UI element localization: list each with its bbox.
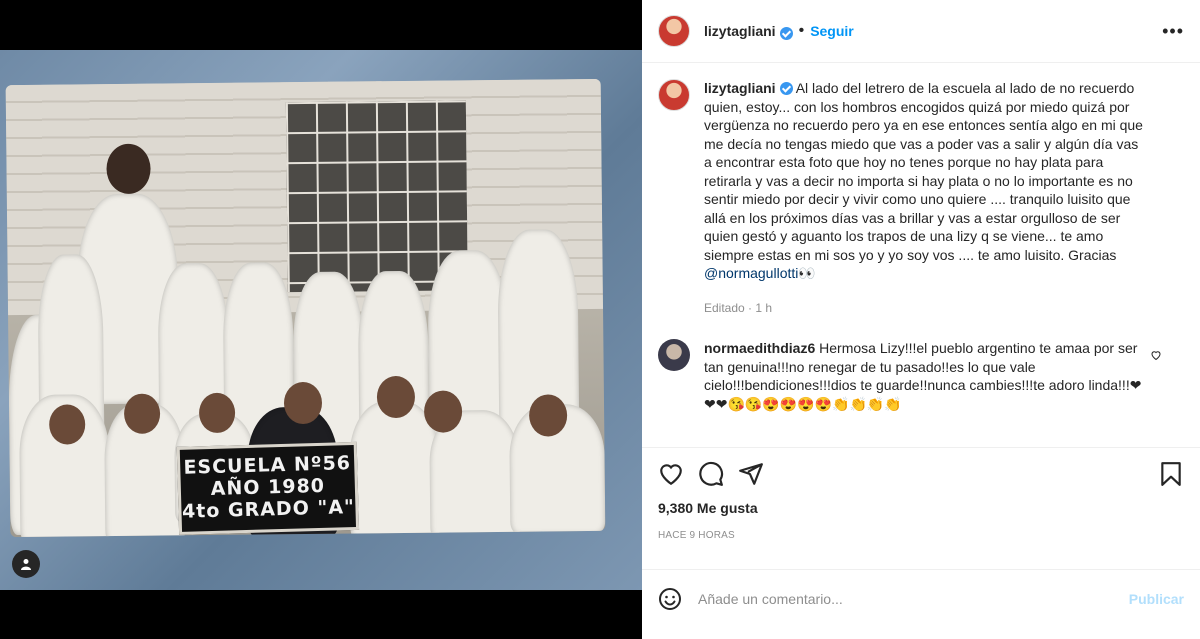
likes-count[interactable]: 9,380 Me gusta [642, 500, 1200, 524]
school-sign: ESCUELA Nº56 AÑO 1980 4to GRADO "A" [176, 441, 360, 535]
comment-item: normaedithdiaz6 Hermosa Lizy!!!el pueblo… [658, 339, 1184, 413]
comment-input[interactable] [698, 591, 1129, 607]
caption-meta: Editado · 1 h [704, 300, 773, 315]
comment-icon[interactable] [698, 461, 724, 487]
action-bar [642, 448, 1200, 500]
bookmark-icon[interactable] [1158, 461, 1184, 487]
heart-icon[interactable] [658, 461, 684, 487]
separator-dot: • [798, 22, 805, 39]
comment-composer: Publicar [642, 570, 1200, 628]
tag-user-icon[interactable] [12, 550, 40, 578]
post-media[interactable]: ESCUELA Nº56 AÑO 1980 4to GRADO "A" [0, 0, 642, 639]
post-sidebar: lizytagliani • Seguir ••• lizytagliani A… [642, 0, 1200, 639]
eyes-emoji: 👀 [798, 265, 816, 281]
publish-button[interactable]: Publicar [1129, 591, 1184, 607]
avatar[interactable] [658, 15, 690, 47]
verified-icon [779, 26, 793, 40]
avatar[interactable] [658, 79, 690, 111]
caption-author[interactable]: lizytagliani [704, 80, 776, 96]
caption-text: Al lado del letrero de la escuela al lad… [704, 80, 1143, 263]
post-header: lizytagliani • Seguir ••• [642, 0, 1200, 63]
post-timestamp: HACE 9 HORAS [642, 530, 1200, 570]
caption: lizytagliani Al lado del letrero de la e… [658, 79, 1184, 317]
comment-author[interactable]: normaedithdiaz6 [704, 340, 815, 356]
author-username[interactable]: lizytagliani [704, 23, 776, 39]
mention-link[interactable]: @normagullotti [704, 265, 798, 281]
comments-list[interactable]: lizytagliani Al lado del letrero de la e… [642, 63, 1200, 448]
post-modal: ESCUELA Nº56 AÑO 1980 4to GRADO "A" lizy… [0, 0, 1200, 639]
share-icon[interactable] [738, 461, 764, 487]
more-icon[interactable]: ••• [1162, 21, 1184, 42]
school-photo: ESCUELA Nº56 AÑO 1980 4to GRADO "A" [5, 78, 606, 538]
emoji-icon[interactable] [658, 587, 682, 611]
comment-like-icon[interactable] [1150, 349, 1162, 413]
follow-button[interactable]: Seguir [810, 23, 854, 39]
avatar[interactable] [658, 339, 690, 371]
verified-icon [779, 82, 793, 95]
